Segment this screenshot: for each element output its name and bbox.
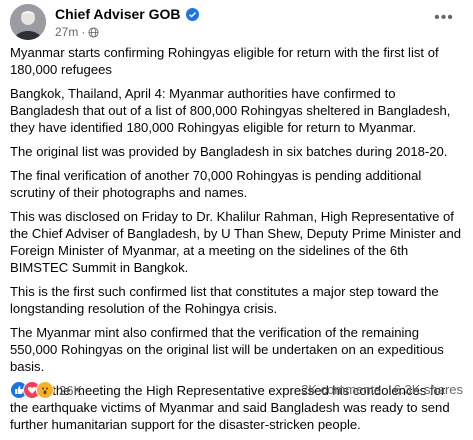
reactions-count[interactable]: 26K [59,383,82,398]
post-paragraph: This was disclosed on Friday to Dr. Khal… [10,209,462,275]
more-options-icon: ••• [434,9,454,26]
more-options-button[interactable]: ••• [430,8,458,32]
reactions-summary[interactable]: 26K [10,381,82,399]
post-paragraph: The original list was provided by Bangla… [10,144,448,159]
post-paragraph: Bangkok, Thailand, April 4: Myanmar auth… [10,86,451,135]
post-paragraph: Myanmar starts confirming Rohingyas elig… [10,45,439,77]
author-name[interactable]: Chief Adviser GOB [55,6,199,22]
wow-icon [36,381,54,399]
post-meta: 27m · [55,25,99,39]
meta-separator: · [81,25,86,39]
globe-icon [88,26,99,38]
post-header: Chief Adviser GOB 27m · ••• [0,0,473,44]
post-paragraph: This is the first such confirmed list th… [10,284,439,316]
shares-count[interactable]: 6.3K shares [394,382,463,397]
engagement-stats: 2K comments 6.3K shares [288,382,463,397]
comments-count[interactable]: 2K comments [301,382,380,397]
post-timestamp[interactable]: 27m [55,25,78,39]
post-footer: 26K 2K comments 6.3K shares [0,381,473,401]
verified-badge-icon [185,7,199,21]
author-name-label[interactable]: Chief Adviser GOB [55,6,181,22]
post-paragraph: The Myanmar mint also confirmed that the… [10,325,444,374]
avatar[interactable] [10,4,46,40]
post-paragraph: The final verification of another 70,000… [10,168,422,200]
